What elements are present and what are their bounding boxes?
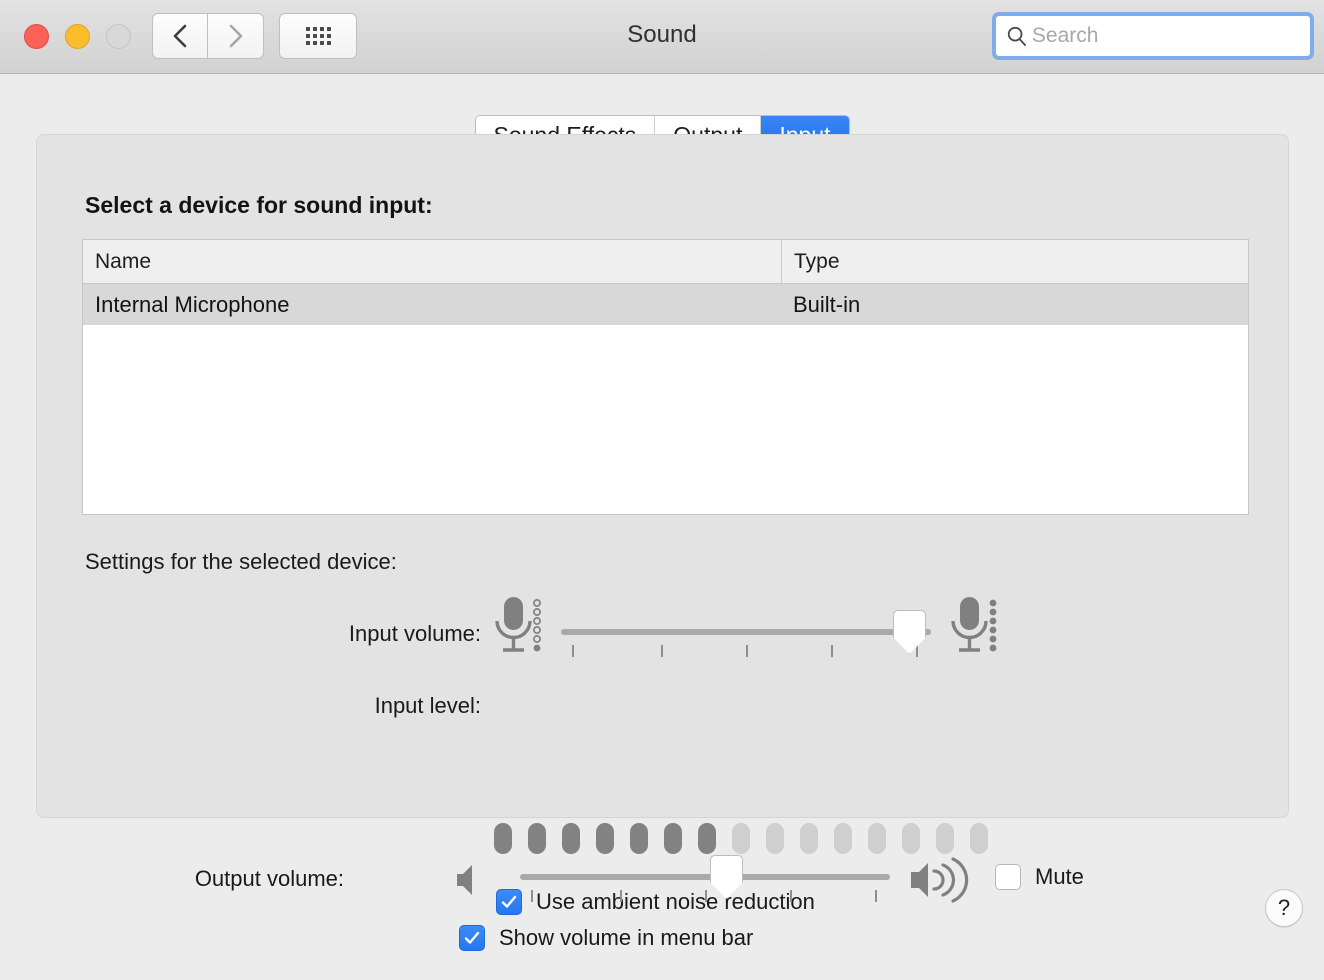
search-field[interactable] [992,12,1314,60]
level-segment [936,823,954,854]
table-header-row: Name Type [83,240,1248,284]
level-segment [766,823,784,854]
show-volume-row[interactable]: Show volume in menu bar [459,925,753,951]
settings-label: Settings for the selected device: [85,549,397,574]
mute-label: Mute [1035,864,1084,889]
table-row[interactable]: Internal Microphone Built-in [83,284,1248,325]
input-volume-slider[interactable] [561,610,931,663]
input-settings-panel: Select a device for sound input: Name Ty… [36,134,1303,927]
checkmark-icon [464,931,480,944]
column-header-type[interactable]: Type [781,240,1248,283]
ambient-noise-checkbox[interactable] [496,889,522,915]
level-segment [664,823,682,854]
window-titlebar: Sound [0,0,1324,74]
level-segment [868,823,886,854]
search-icon [1007,26,1027,47]
show-volume-checkbox[interactable] [459,925,485,951]
panel-heading: Select a device for sound input: [85,192,433,218]
output-volume-ticks [520,890,890,902]
input-volume-label: Input volume: [348,621,481,646]
device-table[interactable]: Name Type Internal Microphone Built-in [82,239,1249,515]
device-name-cell: Internal Microphone [95,291,290,317]
level-segment [834,823,852,854]
level-segment [630,823,648,854]
level-segment [596,823,614,854]
column-header-name[interactable]: Name [83,240,781,283]
output-volume-label: Output volume: [194,866,344,891]
mute-row[interactable]: Mute [995,864,1084,890]
show-volume-label: Show volume in menu bar [499,925,754,950]
level-segment [902,823,920,854]
level-segment [800,823,818,854]
device-type-cell: Built-in [793,291,861,317]
level-segment [494,823,512,854]
level-segment [528,823,546,854]
level-segment [562,823,580,854]
output-volume-slider[interactable] [520,855,890,908]
level-segment [698,823,716,854]
speaker-mute-icon [455,862,489,903]
input-level-label: Input level: [374,693,481,718]
input-level-meter [494,823,988,854]
output-volume-track[interactable] [520,874,890,880]
microphone-quiet-icon [492,594,544,665]
microphone-loud-icon [948,594,1000,665]
search-input[interactable] [1031,24,1300,48]
level-segment [732,823,750,854]
checkmark-icon [501,895,517,908]
mute-checkbox[interactable] [995,864,1021,890]
input-volume-track[interactable] [561,629,931,635]
help-button[interactable]: ? [1265,889,1303,927]
input-volume-ticks [561,645,931,657]
speaker-loud-icon [908,856,980,909]
level-segment [970,823,988,854]
